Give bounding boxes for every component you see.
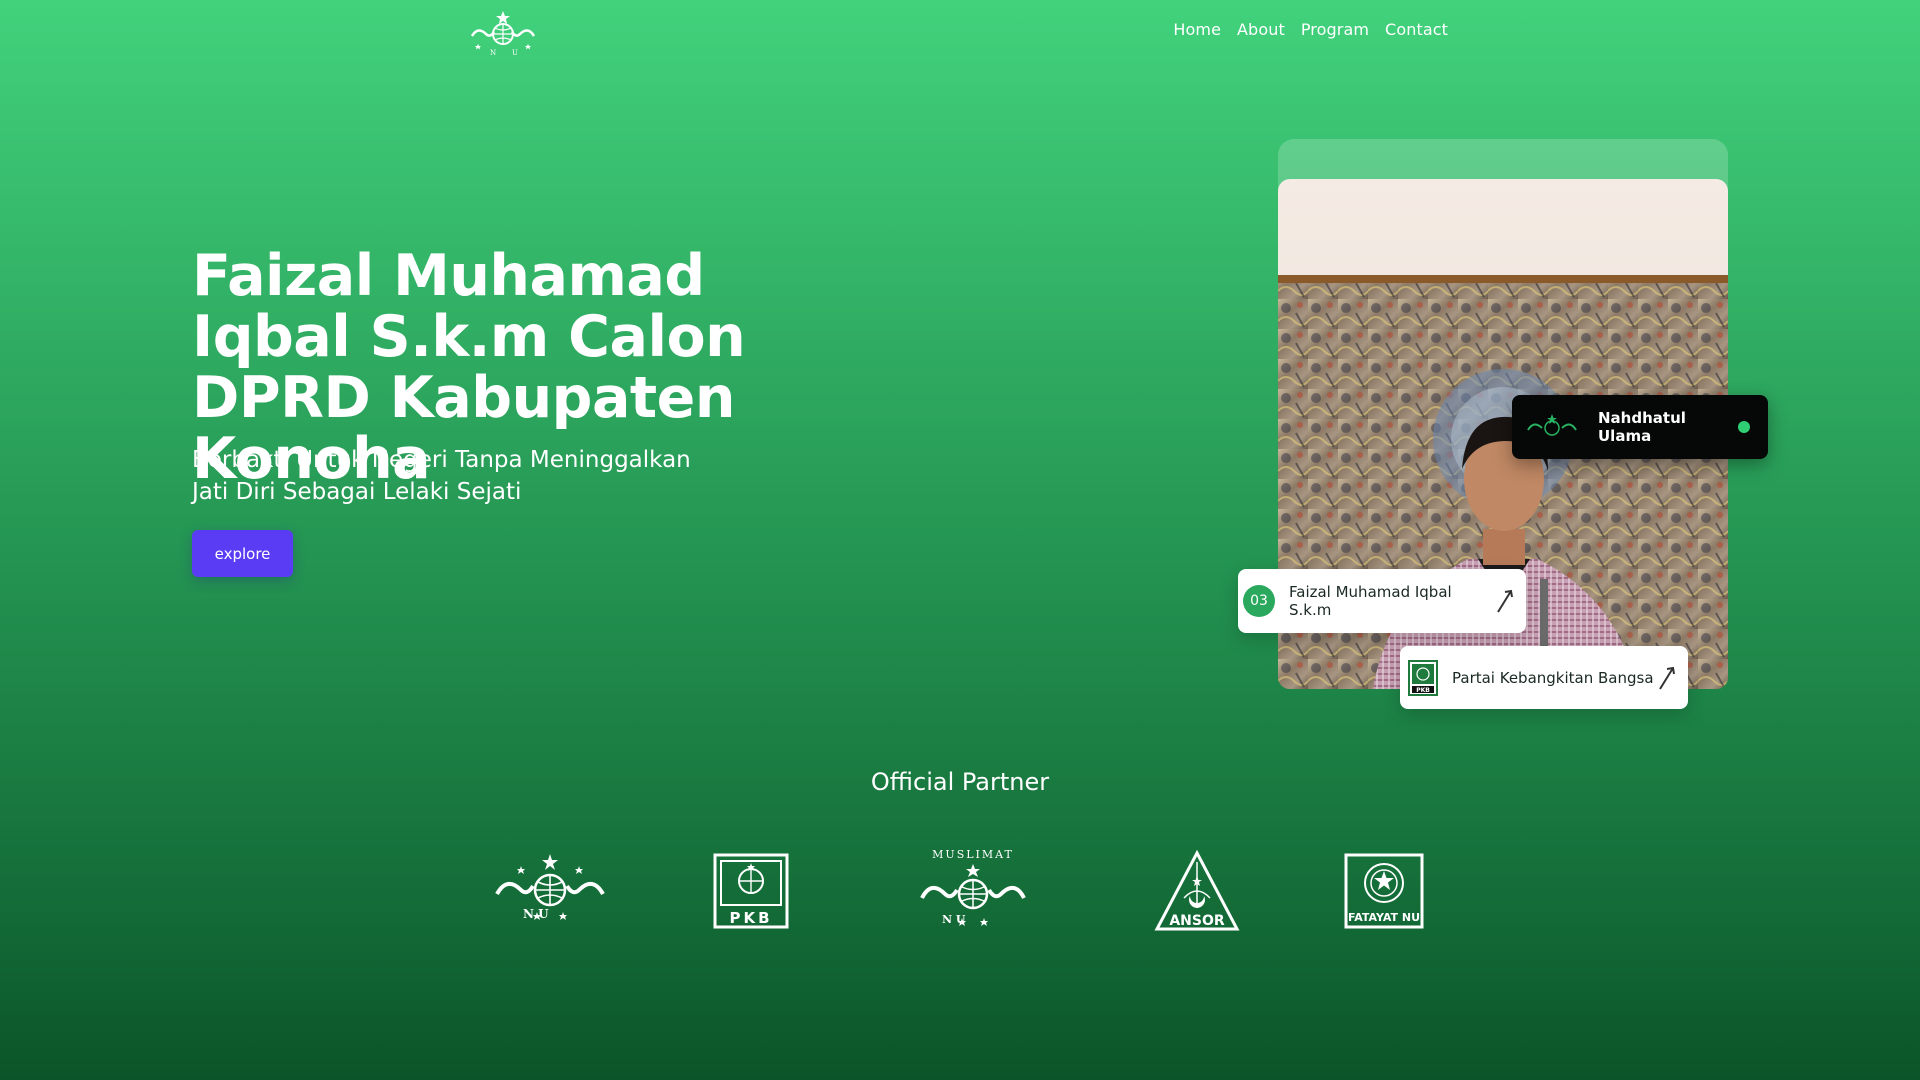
pkb-logo-text: PKB — [729, 909, 772, 927]
party-card[interactable]: PKB Partai Kebangkitan Bangsa — [1400, 646, 1688, 709]
pkb-logo-icon: PKB — [1408, 659, 1438, 696]
muslimat-logo-text: MUSLIMAT — [932, 848, 1014, 861]
org-card[interactable]: Nahdhatul Ulama — [1512, 395, 1768, 459]
arrow-icon — [1494, 588, 1516, 614]
partner-heading: Official Partner — [870, 768, 1050, 796]
nav-contact-link[interactable]: Contact — [1385, 20, 1448, 39]
candidate-number-badge: 03 — [1243, 585, 1275, 617]
pkb-logo[interactable]: PKB — [713, 853, 789, 933]
nu-logo-icon — [1526, 412, 1578, 442]
candidate-card[interactable]: 03 Faizal Muhamad Iqbal S.k.m — [1238, 569, 1526, 633]
main-nav: Home About Program Contact — [1173, 20, 1448, 39]
nav-home-link[interactable]: Home — [1173, 20, 1221, 39]
fatayat-logo-text: FATAYAT NU — [1348, 911, 1420, 924]
svg-text:U: U — [512, 49, 518, 57]
nu-logo-text: N U — [523, 907, 549, 921]
org-card-label: Nahdhatul Ulama — [1598, 409, 1686, 445]
ansor-logo-text: ANSOR — [1169, 913, 1225, 929]
status-dot — [1738, 421, 1750, 433]
arrow-icon — [1656, 665, 1678, 691]
nav-about-link[interactable]: About — [1237, 20, 1285, 39]
nu-logo-icon[interactable]: N U — [468, 8, 538, 58]
nav-program-link[interactable]: Program — [1301, 20, 1369, 39]
hero-subtitle: Berbakti Untuk Negeri Tanpa Meninggalkan… — [192, 447, 691, 505]
party-card-label: Partai Kebangkitan Bangsa — [1452, 668, 1654, 687]
muslimat-logo[interactable]: MUSLIMAT N U — [918, 846, 1028, 936]
explore-button[interactable]: explore — [192, 530, 293, 577]
candidate-card-label: Faizal Muhamad Iqbal S.k.m — [1289, 583, 1452, 619]
ansor-logo[interactable]: ANSOR — [1154, 849, 1240, 936]
svg-text:N: N — [490, 49, 496, 57]
fatayat-logo[interactable]: FATAYAT NU — [1344, 853, 1424, 933]
nu-logo[interactable]: N U — [493, 852, 607, 932]
svg-text:PKB: PKB — [1416, 687, 1430, 694]
muslimat-logo-sub: N U — [942, 913, 966, 926]
